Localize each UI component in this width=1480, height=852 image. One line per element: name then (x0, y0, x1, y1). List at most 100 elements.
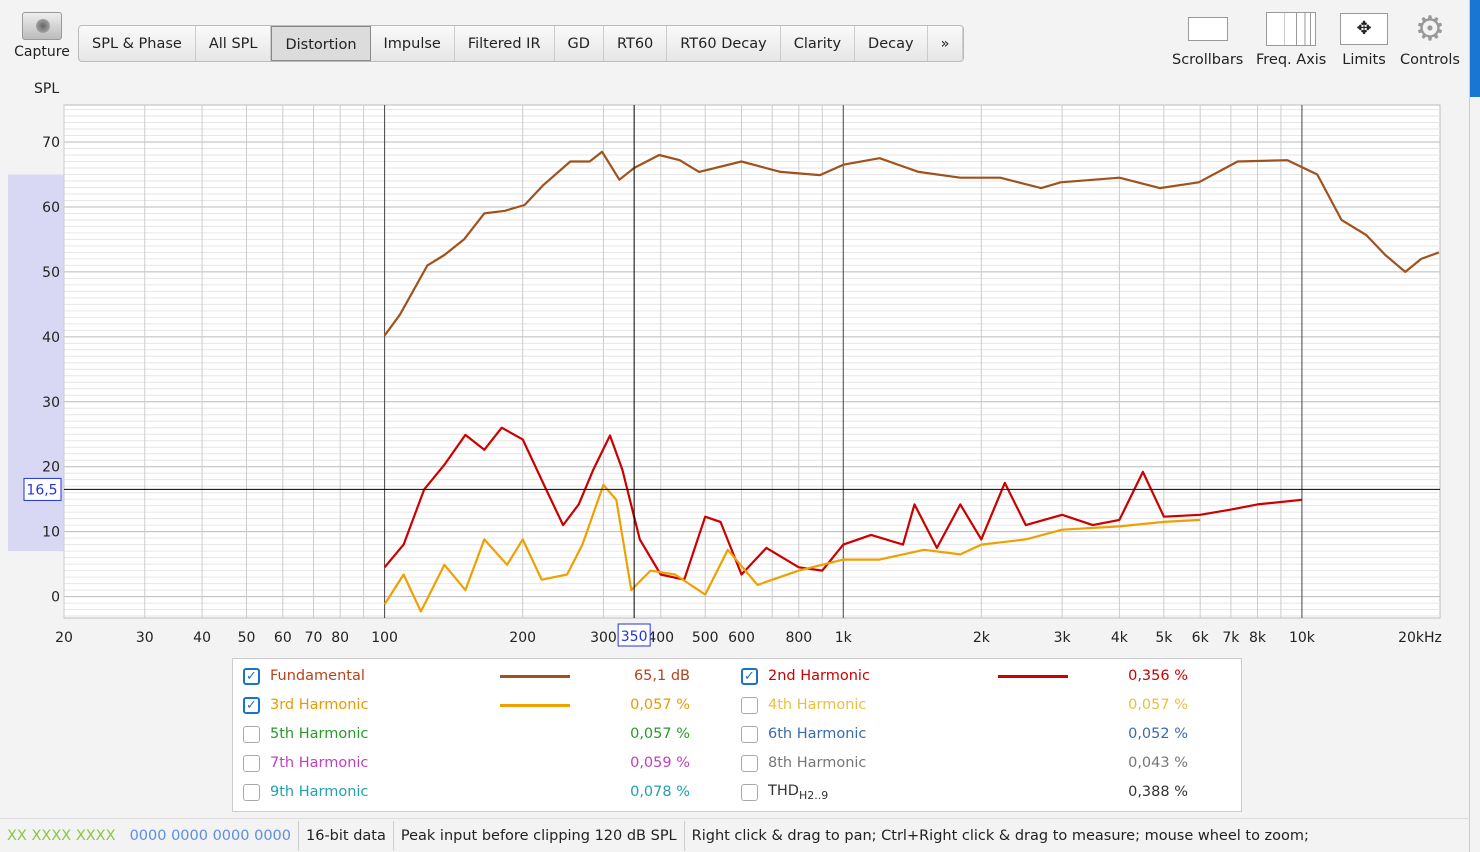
arrows-icon: ✥ (1340, 12, 1388, 46)
tab-impulse[interactable]: Impulse (371, 26, 455, 61)
legend-item: 8th Harmonic 0,043 % (741, 749, 1188, 777)
legend-line-swatch (998, 674, 1068, 678)
x-tick-label: 400 (647, 630, 674, 646)
legend-checkbox[interactable] (243, 725, 260, 743)
legend-label: 2nd Harmonic (768, 668, 870, 684)
x-tick-label: 70 (305, 630, 323, 646)
x-tick-label: 200 (509, 630, 536, 646)
legend-checkbox[interactable]: ✓ (243, 696, 260, 714)
tab-all-spl[interactable]: All SPL (196, 26, 272, 61)
limits-label: Limits (1342, 52, 1386, 68)
legend-checkbox[interactable] (741, 754, 758, 772)
legend-value: 0,388 % (1128, 784, 1188, 800)
legend-panel: ✓ Fundamental 65,1 dB ✓ 2nd Harmonic 0,356 % ✓… (232, 658, 1242, 812)
camera-icon (22, 12, 62, 40)
y-tick-label: 60 (42, 200, 60, 216)
legend-subscript: H2..9 (798, 788, 829, 802)
tab-decay[interactable]: Decay (855, 26, 928, 61)
legend-checkbox[interactable] (741, 783, 758, 801)
x-tick-label: 5k (1155, 630, 1173, 646)
legend-label: 5th Harmonic (270, 726, 369, 742)
scrollbar[interactable] (1470, 0, 1480, 97)
hint-text: Right click & drag to pan; Ctrl+Right cl… (691, 827, 1309, 844)
legend-value: 0,052 % (1128, 726, 1188, 742)
legend-checkbox[interactable] (741, 725, 758, 743)
legend-name: 9th Harmonic (270, 784, 500, 800)
x-tick-label: 3k (1054, 630, 1072, 646)
x-tick-label: 300 (590, 630, 617, 646)
legend-item: 5th Harmonic 0,057 % (243, 720, 690, 748)
legend-label: THD (768, 782, 799, 799)
legend-item: 7th Harmonic 0,059 % (243, 749, 690, 777)
freq-axis-icon (1266, 12, 1317, 46)
x-tick-label: 500 (692, 630, 719, 646)
legend-item: THDH2..9 0,388 % (741, 778, 1188, 806)
tab-spl-phase[interactable]: SPL & Phase (79, 26, 196, 61)
scrollbars-label: Scrollbars (1172, 52, 1244, 68)
legend-item: ✓ Fundamental 65,1 dB (243, 662, 690, 690)
tab--[interactable]: » (928, 26, 964, 61)
x-tick-label: 60 (274, 630, 292, 646)
legend-item: 6th Harmonic 0,052 % (741, 720, 1188, 748)
distortion-chart[interactable]: 0 10 20 30 40 50 60 70 20 30 40 50 60 70 80 100 200 300 40… (0, 95, 1470, 655)
legend-checkbox[interactable] (741, 696, 758, 714)
plot-area (63, 104, 1441, 619)
legend-item: ✓ 3rd Harmonic 0,057 % (243, 691, 690, 719)
legend-checkbox[interactable]: ✓ (741, 667, 758, 685)
legend-value: 0,059 % (630, 755, 690, 771)
x-tick-label: 4k (1111, 630, 1129, 646)
scrollbars-button[interactable]: Scrollbars (1172, 12, 1243, 68)
x-tick-label: 20 (55, 630, 73, 646)
x-tick-label: 1k (835, 630, 853, 646)
legend-label: 7th Harmonic (270, 755, 369, 771)
freq-axis-label: Freq. Axis (1256, 52, 1327, 68)
tab-rt60-decay[interactable]: RT60 Decay (667, 26, 781, 61)
legend-name: 7th Harmonic (270, 755, 500, 771)
legend-name: 2nd Harmonic (768, 668, 998, 684)
tab-rt60[interactable]: RT60 (604, 26, 668, 61)
legend-value: 0,043 % (1128, 755, 1188, 771)
x-tick-label: 20kHz (1398, 630, 1442, 646)
legend-value: 0,057 % (630, 697, 690, 713)
x-tick-label: 10k (1289, 630, 1316, 646)
legend-label: 9th Harmonic (270, 784, 369, 800)
y-tick-label: 0 (51, 590, 60, 606)
legend-value: 65,1 dB (633, 668, 690, 684)
x-tick-label: 800 (785, 630, 812, 646)
legend-item: 4th Harmonic 0,057 % (741, 691, 1188, 719)
legend-label: Fundamental (270, 668, 365, 684)
legend-value: 0,057 % (1128, 697, 1188, 713)
graph-tabs: SPL & Phase All SPL Distortion Impulse Filte… (78, 25, 965, 62)
legend-value: 0,356 % (1128, 668, 1188, 684)
legend-label: 8th Harmonic (768, 755, 867, 771)
legend-line-swatch (500, 762, 570, 765)
controls-label: Controls (1400, 52, 1460, 68)
legend-line-swatch (998, 791, 1068, 794)
tab-filtered-ir[interactable]: Filtered IR (455, 26, 555, 61)
limits-button[interactable]: ✥ Limits (1340, 12, 1388, 68)
capture-label: Capture (14, 44, 70, 60)
x-tick-label: 2k (973, 630, 991, 646)
legend-checkbox[interactable] (243, 783, 260, 801)
legend-checkbox[interactable] (243, 754, 260, 772)
controls-button[interactable]: ⚙ Controls (1400, 9, 1460, 68)
legend-line-swatch (998, 733, 1068, 736)
legend-value: 0,078 % (630, 784, 690, 800)
cursor-y-label: 16,5 (26, 482, 57, 498)
capture-button[interactable]: Capture (10, 12, 74, 60)
scrollbars-icon (1187, 12, 1228, 46)
legend-item: ✓ 2nd Harmonic 0,356 % (741, 662, 1188, 690)
freq-axis-button[interactable]: Freq. Axis (1256, 12, 1326, 68)
legend-label: 6th Harmonic (768, 726, 867, 742)
tab-clarity[interactable]: Clarity (781, 26, 856, 61)
y-tick-label: 40 (42, 330, 60, 346)
legend-line-swatch (998, 704, 1068, 707)
tab-gd[interactable]: GD (555, 26, 604, 61)
x-tick-label: 7k (1222, 630, 1240, 646)
tab-distortion[interactable]: Distortion (271, 26, 371, 61)
legend-checkbox[interactable]: ✓ (243, 667, 260, 685)
legend-line-swatch (500, 733, 570, 736)
legend-name: 4th Harmonic (768, 697, 998, 713)
cursor-x-label: 350 (621, 629, 648, 645)
bit-depth: 16-bit data (299, 820, 394, 851)
